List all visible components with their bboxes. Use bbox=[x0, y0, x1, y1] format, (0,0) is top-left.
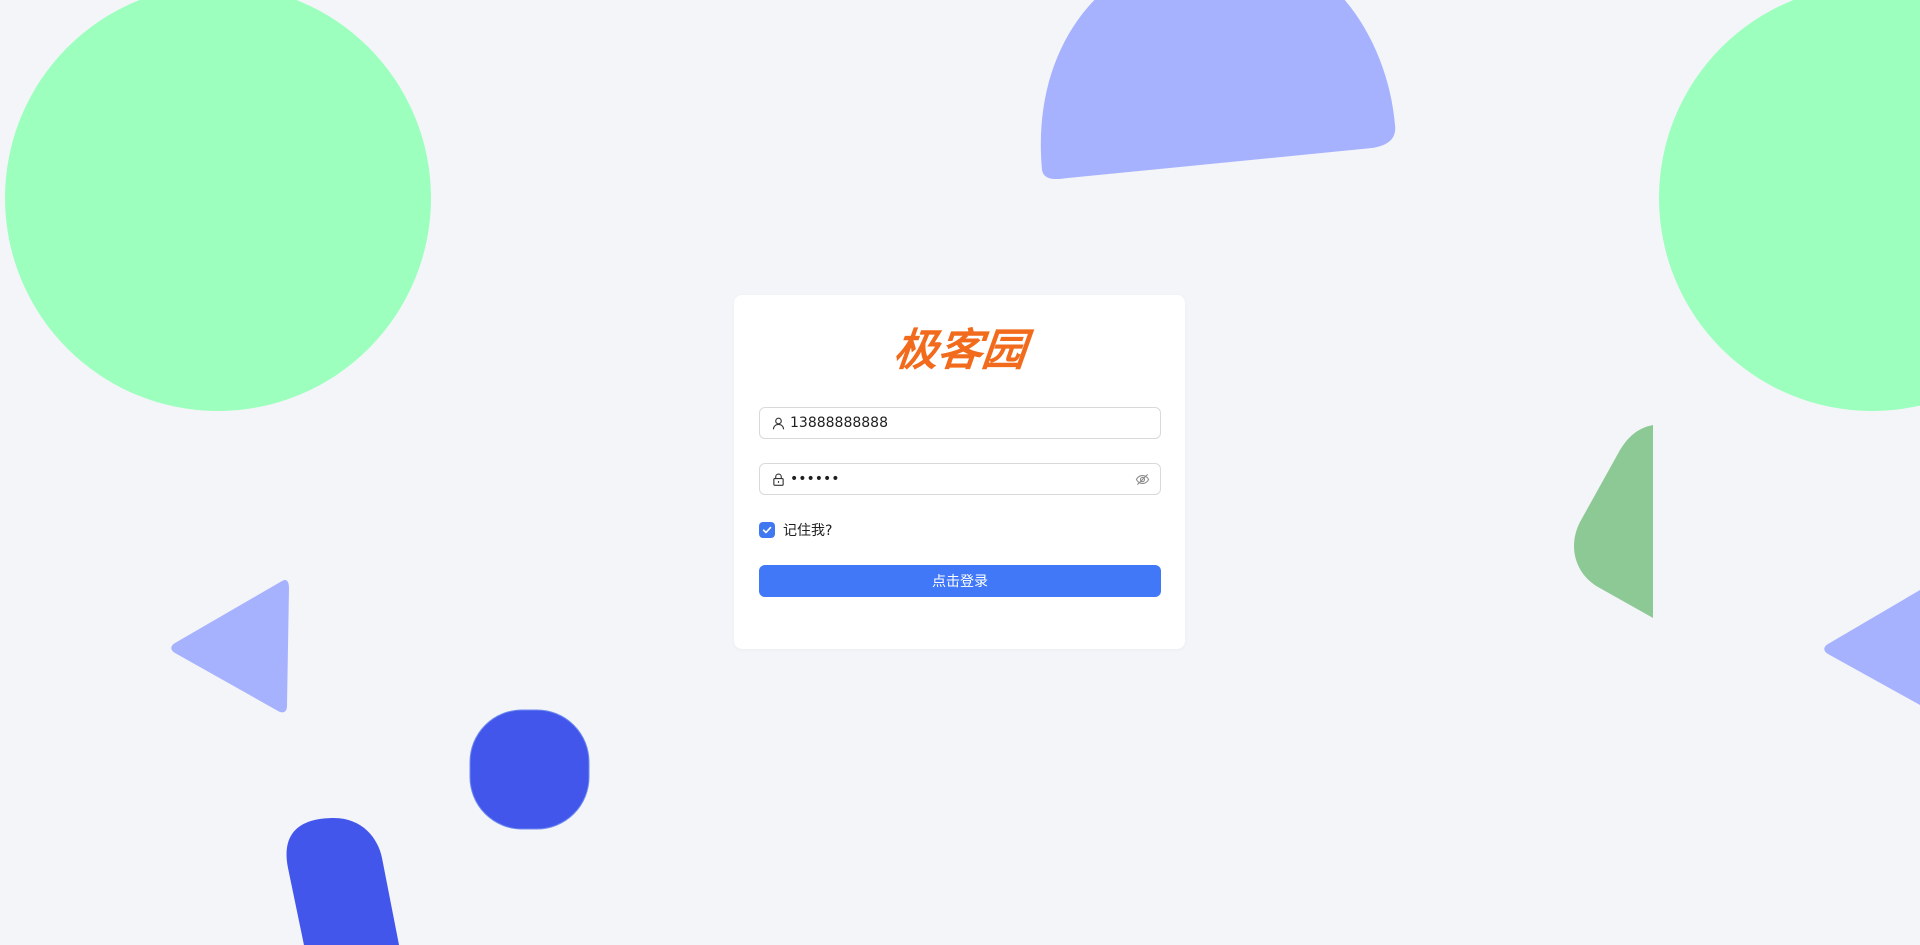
password-input[interactable] bbox=[790, 465, 1134, 493]
login-button[interactable]: 点击登录 bbox=[759, 565, 1161, 597]
bg-triangle-periwinkle-right bbox=[1824, 590, 1920, 705]
eye-invisible-icon[interactable] bbox=[1134, 471, 1150, 487]
bg-halfdisc-periwinkle bbox=[1040, 0, 1396, 179]
login-card: 极客园 13888888888 •••••• 记住我? 点击登录 bbox=[734, 295, 1185, 649]
username-input[interactable] bbox=[790, 409, 1150, 437]
check-icon bbox=[762, 526, 772, 534]
username-field[interactable] bbox=[759, 407, 1161, 439]
remember-me[interactable]: 记住我? bbox=[759, 519, 1161, 541]
remember-label: 记住我? bbox=[783, 523, 833, 539]
bg-circle-green-right bbox=[1659, 0, 1920, 411]
bg-triangle-periwinkle-left bbox=[171, 579, 289, 713]
lock-icon bbox=[771, 472, 785, 486]
bg-roundsquare-blue bbox=[469, 709, 590, 830]
user-icon bbox=[771, 416, 785, 430]
bg-shape-darkgreen bbox=[1574, 425, 1653, 618]
bg-pill-blue bbox=[286, 818, 400, 945]
remember-checkbox[interactable] bbox=[759, 522, 775, 538]
password-field[interactable] bbox=[759, 463, 1161, 495]
brand-logo: 极客园 bbox=[891, 325, 1029, 376]
bg-circle-green-left bbox=[5, 0, 431, 411]
